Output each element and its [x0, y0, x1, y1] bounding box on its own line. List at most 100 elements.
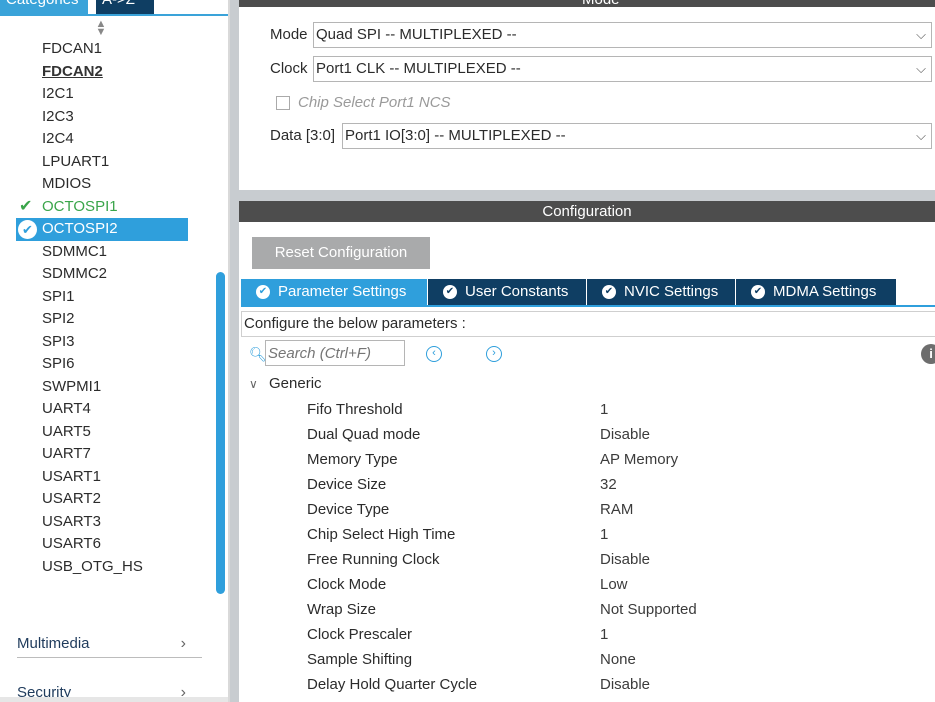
parameter-value[interactable]: Disable — [600, 422, 650, 447]
data-select[interactable]: Port1 IO[3:0] -- MULTIPLEXED -- ⌵ — [342, 123, 932, 149]
parameter-name: Dual Quad mode — [307, 426, 421, 443]
peripheral-item[interactable]: SWPMI1 — [0, 376, 215, 399]
tab-label: Parameter Settings — [278, 283, 407, 300]
peripheral-item[interactable]: ✔ OCTOSPI2 — [16, 218, 188, 241]
configuration-section: Configuration Reset Configuration ✔ Para… — [239, 201, 935, 702]
parameter-name: Device Type — [307, 501, 390, 518]
info-icon[interactable]: i — [921, 344, 935, 364]
tab-user-constants[interactable]: ✔ User Constants — [428, 279, 586, 305]
left-bottom-bar — [0, 697, 229, 702]
parameter-name: Sample Shifting — [307, 651, 413, 668]
sort-arrows-icon[interactable]: ▲ ▼ — [94, 19, 108, 38]
mode-select-value: Quad SPI -- MULTIPLEXED -- — [316, 26, 517, 43]
peripheral-item[interactable]: UART5 — [0, 421, 215, 444]
parameter-value[interactable]: AP Memory — [600, 447, 678, 472]
peripheral-item[interactable]: USART1 — [0, 466, 215, 489]
data-label: Data [3:0] — [270, 127, 336, 144]
search-input[interactable] — [265, 340, 405, 366]
peripheral-item[interactable]: SPI6 — [0, 353, 215, 376]
peripheral-item-label: OCTOSPI2 — [42, 220, 118, 237]
parameter-value[interactable]: RAM — [600, 497, 633, 522]
chevron-down-icon: ⌵ — [916, 128, 926, 143]
peripheral-item-label: LPUART1 — [42, 152, 110, 170]
parameter-value[interactable]: Low — [600, 572, 628, 597]
peripheral-item[interactable]: USB_OTG_HS — [0, 556, 215, 579]
tab-a-to-z[interactable]: A->Z — [96, 0, 154, 14]
parameter-name: Free Running Clock — [307, 551, 440, 568]
parameter-name: Device Size — [307, 476, 387, 493]
peripheral-item[interactable]: SPI3 — [0, 331, 215, 354]
parameter-row[interactable]: Free Running Clock Disable — [239, 547, 935, 572]
parameter-row[interactable]: Sample Shifting None — [239, 647, 935, 672]
parameter-row[interactable]: Device Type RAM — [239, 497, 935, 522]
peripheral-item[interactable]: LPUART1 — [0, 151, 215, 174]
peripheral-item[interactable]: MDIOS — [0, 173, 215, 196]
peripheral-item[interactable]: SPI1 — [0, 286, 215, 309]
parameter-value[interactable]: Disable — [600, 547, 650, 572]
peripheral-item[interactable]: SPI2 — [0, 308, 215, 331]
peripheral-item[interactable]: ✔ OCTOSPI1 — [0, 196, 215, 219]
peripheral-list: FDCAN1 FDCAN2 I2C1 I2C3 I2C4 LPUART1 MDIOS ✔ OCT… — [0, 38, 215, 578]
parameter-row[interactable]: Dual Quad mode Disable — [239, 422, 935, 447]
tab-nvic-settings[interactable]: ✔ NVIC Settings — [587, 279, 735, 305]
category-multimedia[interactable]: Multimedia › — [17, 630, 202, 658]
peripheral-item-label: SPI2 — [42, 310, 75, 327]
peripheral-item[interactable]: USART6 — [0, 533, 215, 556]
parameter-value[interactable]: 1 — [600, 397, 608, 422]
peripheral-item[interactable]: UART7 — [0, 443, 215, 466]
clock-label: Clock — [270, 60, 308, 77]
mode-label: Mode — [270, 26, 308, 43]
parameter-row[interactable]: Device Size 32 — [239, 472, 935, 497]
parameter-value[interactable]: 1 — [600, 622, 608, 647]
tab-categories[interactable]: Categories — [0, 0, 88, 14]
scrollbar-thumb[interactable] — [216, 272, 225, 594]
peripheral-item-label: OCTOSPI1 — [42, 197, 118, 215]
peripheral-item[interactable]: I2C3 — [0, 106, 215, 129]
peripheral-item[interactable]: UART4 — [0, 398, 215, 421]
peripheral-item[interactable]: FDCAN1 — [0, 38, 215, 61]
parameter-value[interactable]: Disable — [600, 672, 650, 697]
parameter-row[interactable]: Delay Hold Quarter Cycle Disable — [239, 672, 935, 697]
parameter-value[interactable]: Not Supported — [600, 597, 697, 622]
parameter-name: Delay Hold Quarter Cycle — [307, 676, 478, 693]
parameter-value[interactable]: 32 — [600, 472, 617, 497]
parameter-value[interactable]: None — [600, 647, 636, 672]
parameter-value[interactable]: 1 — [600, 522, 608, 547]
parameter-row[interactable]: Chip Select High Time 1 — [239, 522, 935, 547]
group-generic-label: Generic — [269, 375, 322, 392]
peripheral-list-panel: Categories A->Z ▲▼ FDCAN1 FDCAN2 I2C1 I2C3 I… — [0, 0, 230, 702]
parameter-name: Memory Type — [307, 451, 398, 468]
peripheral-item[interactable]: FDCAN2 — [0, 61, 215, 84]
peripheral-item[interactable]: SDMMC1 — [0, 241, 215, 264]
next-result-icon[interactable]: › — [486, 346, 502, 362]
clock-select[interactable]: Port1 CLK -- MULTIPLEXED -- ⌵ — [313, 56, 932, 82]
parameter-row[interactable]: Clock Mode Low — [239, 572, 935, 597]
peripheral-item-label: USART1 — [42, 467, 101, 485]
peripheral-item-label: FDCAN1 — [42, 40, 103, 57]
category-multimedia-label: Multimedia — [17, 635, 90, 652]
parameter-row[interactable]: Clock Prescaler 1 — [239, 622, 935, 647]
peripheral-item-label: SDMMC1 — [42, 242, 108, 260]
peripheral-item-label: SWPMI1 — [42, 377, 102, 395]
group-generic[interactable]: ∨ Generic — [249, 375, 322, 392]
check-circle-icon: ✔ — [443, 285, 457, 299]
peripheral-item[interactable]: USART2 — [0, 488, 215, 511]
tab-parameter-settings[interactable]: ✔ Parameter Settings — [241, 279, 427, 305]
peripheral-item[interactable]: SDMMC2 — [0, 263, 215, 286]
parameter-row[interactable]: Wrap Size Not Supported — [239, 597, 935, 622]
left-tab-bar: Categories A->Z — [0, 0, 229, 14]
peripheral-item-label: SPI1 — [42, 287, 75, 305]
parameter-row[interactable]: Fifo Threshold 1 — [239, 397, 935, 422]
tab-mdma-settings[interactable]: ✔ MDMA Settings — [736, 279, 896, 305]
peripheral-item-label: UART7 — [42, 445, 91, 462]
peripheral-item[interactable]: I2C1 — [0, 83, 215, 106]
reset-configuration-button[interactable]: Reset Configuration — [252, 237, 430, 269]
parameter-row[interactable]: Memory Type AP Memory — [239, 447, 935, 472]
peripheral-item[interactable]: I2C4 — [0, 128, 215, 151]
previous-result-icon[interactable]: ‹ — [426, 346, 442, 362]
check-circle-icon: ✔ — [602, 285, 616, 299]
peripheral-item[interactable]: USART3 — [0, 511, 215, 534]
chip-select-checkbox[interactable] — [276, 96, 290, 110]
mode-select[interactable]: Quad SPI -- MULTIPLEXED -- ⌵ — [313, 22, 932, 48]
checkmark-icon: ✔ — [18, 220, 37, 239]
